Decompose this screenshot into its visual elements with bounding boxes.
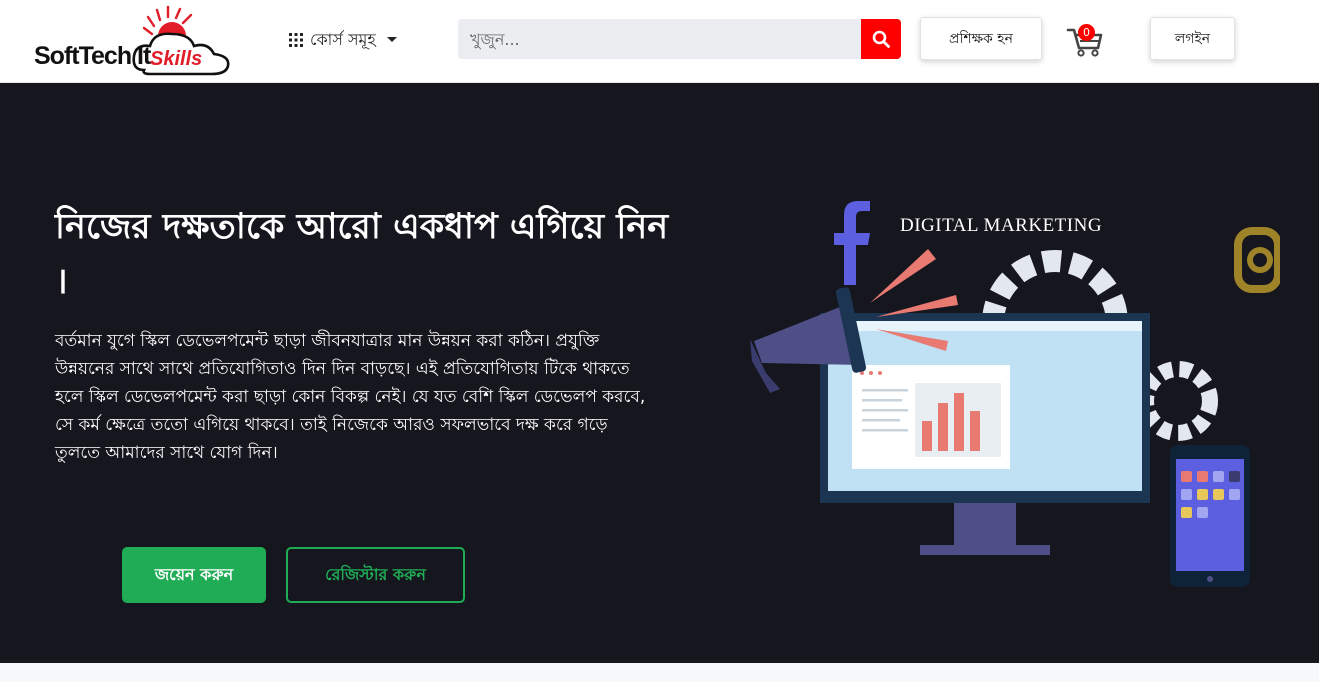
courses-menu[interactable]: কোর্স সমূহ [288,26,398,54]
register-button[interactable]: রেজিস্টার করুন [286,547,465,603]
brand-logo[interactable]: SoftTech It Skills [32,4,237,76]
hero-section: নিজের দক্ষতাকে আরো একধাপ এগিয়ে নিন । বর… [0,83,1319,663]
grid-icon [289,33,303,47]
courses-label: কোর্স সমূহ [310,29,376,49]
brand-name: SoftTech It [34,42,151,70]
facebook-icon [834,201,870,285]
search-input[interactable] [458,19,861,59]
login-button[interactable]: লগইন [1150,17,1235,60]
join-button[interactable]: জয়েন করুন [122,547,266,603]
monitor-icon [820,313,1150,555]
brand-sub: Skills [150,48,203,70]
search-button[interactable] [861,19,901,59]
chevron-down-icon [386,37,397,42]
phone-icon [1170,445,1250,587]
cart-button[interactable]: 0 [1066,24,1104,58]
hero-description: বর্তমান যুগে স্কিল ডেভেলপমেন্ট ছাড়া জীব… [55,331,646,463]
site-header: SoftTech It Skills কোর্স সমূহ প্রশিক্ষক … [0,0,1319,83]
become-instructor-button[interactable]: প্রশিক্ষক হন [920,17,1042,60]
search-icon [872,30,890,48]
search-bar [458,19,901,59]
cart-count-badge: 0 [1078,24,1095,41]
digital-marketing-label: DIGITAL MARKETING [900,215,1103,236]
instagram-icon [1234,227,1280,293]
hero-title: নিজের দক্ষতাকে আরো একধাপ এগিয়ে নিন । [55,207,669,302]
page-bottom-strip [0,663,1319,682]
